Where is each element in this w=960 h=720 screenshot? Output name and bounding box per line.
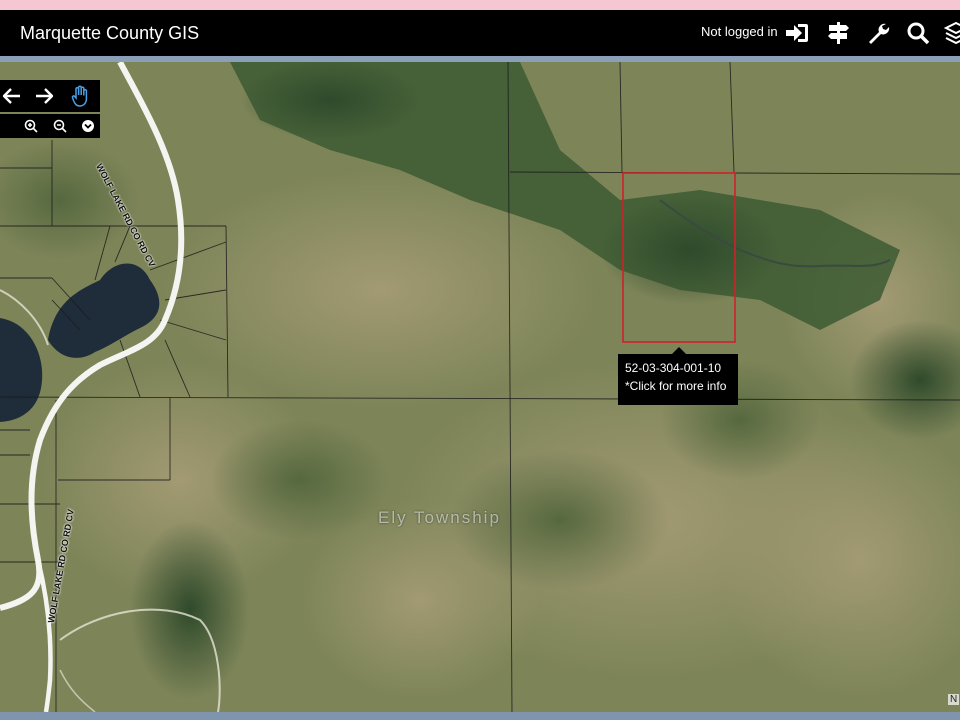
app-title: Marquette County GIS: [20, 23, 200, 43]
browser-top-strip: [0, 0, 960, 10]
map-canvas[interactable]: WOLF LAKE RD CO RD CV WOLF LAKE RD CO RD…: [0, 62, 960, 712]
zoom-out-icon[interactable]: [51, 117, 69, 135]
layers-icon[interactable]: [942, 19, 960, 47]
chevron-down-icon[interactable]: [79, 117, 97, 135]
bottom-bar: [0, 712, 960, 720]
arrow-right-icon[interactable]: [32, 84, 56, 108]
township-label: Ely Township: [378, 508, 501, 527]
hand-icon[interactable]: [68, 83, 94, 109]
zoom-in-icon[interactable]: [22, 117, 40, 135]
login-icon[interactable]: [783, 19, 811, 47]
parcel-hint: *Click for more info: [625, 379, 727, 393]
map-attribution[interactable]: N: [948, 694, 960, 705]
signpost-icon[interactable]: [824, 19, 852, 47]
arrow-left-icon[interactable]: [0, 84, 24, 108]
parcel-tooltip[interactable]: 52-03-304-001-10 *Click for more info: [618, 347, 738, 405]
map-nav-toolbar: [0, 80, 100, 112]
wrench-icon[interactable]: [864, 19, 892, 47]
search-icon[interactable]: [904, 19, 932, 47]
map-zoom-toolbar: [0, 114, 100, 138]
aerial-imagery: [0, 62, 960, 712]
parcel-id: 52-03-304-001-10: [625, 361, 722, 375]
app-header: Marquette County GIS Not logged in: [0, 10, 960, 56]
login-status: Not logged in: [701, 24, 778, 39]
